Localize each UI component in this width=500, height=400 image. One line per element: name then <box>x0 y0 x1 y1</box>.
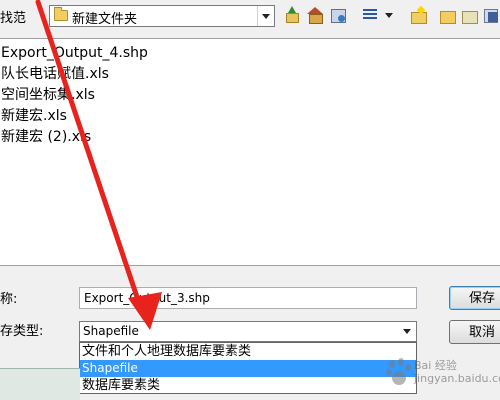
type-dropdown-list[interactable]: 文件和个人地理数据库要素类 Shapefile 数据库要素类 <box>79 342 417 394</box>
home-icon[interactable] <box>306 6 324 24</box>
save-as-type-combobox[interactable]: Shapefile <box>79 321 417 342</box>
save-as-type-label: 存类型: <box>0 324 44 339</box>
folder-options-icon[interactable] <box>460 6 478 24</box>
watermark-text: Bai 经验 jingyan.baidu.com <box>414 359 500 385</box>
file-name-input[interactable]: Export_Output_3.shp <box>79 287 417 309</box>
chevron-down-icon[interactable] <box>257 6 274 26</box>
watermark-line2: jingyan.baidu.com <box>414 372 500 385</box>
connect-folder-icon[interactable] <box>329 6 347 24</box>
catalog-icon[interactable] <box>482 6 500 24</box>
new-folder-icon[interactable] <box>409 6 427 24</box>
folder-icon <box>54 7 68 21</box>
toolbar: 找范 新建文件夹 <box>0 0 500 34</box>
paw-logo-icon <box>386 358 412 388</box>
list-item[interactable]: 新建宏.xls <box>0 106 67 126</box>
background-window <box>0 368 80 400</box>
list-item[interactable]: Export_Output_4.shp <box>0 43 148 63</box>
view-list-icon[interactable] <box>361 6 379 24</box>
type-option[interactable]: 文件和个人地理数据库要素类 <box>80 343 416 360</box>
view-menu-chevron-icon[interactable] <box>380 6 398 24</box>
save-as-type-value: Shapefile <box>83 324 139 338</box>
baidu-jingyan-watermark: Bai 经验 jingyan.baidu.com <box>386 356 500 392</box>
look-in-path: 新建文件夹 <box>72 12 138 27</box>
watermark-line1: Bai 经验 <box>414 359 457 372</box>
look-in-label: 找范 <box>0 11 27 26</box>
up-folder-icon[interactable] <box>283 6 301 24</box>
type-option[interactable]: 数据库要素类 <box>80 377 416 394</box>
look-in-combobox[interactable]: 新建文件夹 <box>49 5 275 27</box>
file-list[interactable]: Export_Output_4.shp 队长电话赋值.xls 空间坐标集.xls… <box>0 38 500 266</box>
type-option-selected[interactable]: Shapefile <box>80 360 416 377</box>
list-item[interactable]: 新建宏 (2).xls <box>0 127 91 147</box>
list-item[interactable]: 空间坐标集.xls <box>0 85 95 105</box>
folder-icon[interactable] <box>438 6 456 24</box>
chevron-down-icon[interactable] <box>398 322 416 341</box>
cancel-button[interactable]: 取消 <box>449 320 500 344</box>
file-name-label: 称: <box>0 292 18 307</box>
list-item[interactable]: 队长电话赋值.xls <box>0 64 109 84</box>
save-button[interactable]: 保存 <box>449 286 500 310</box>
